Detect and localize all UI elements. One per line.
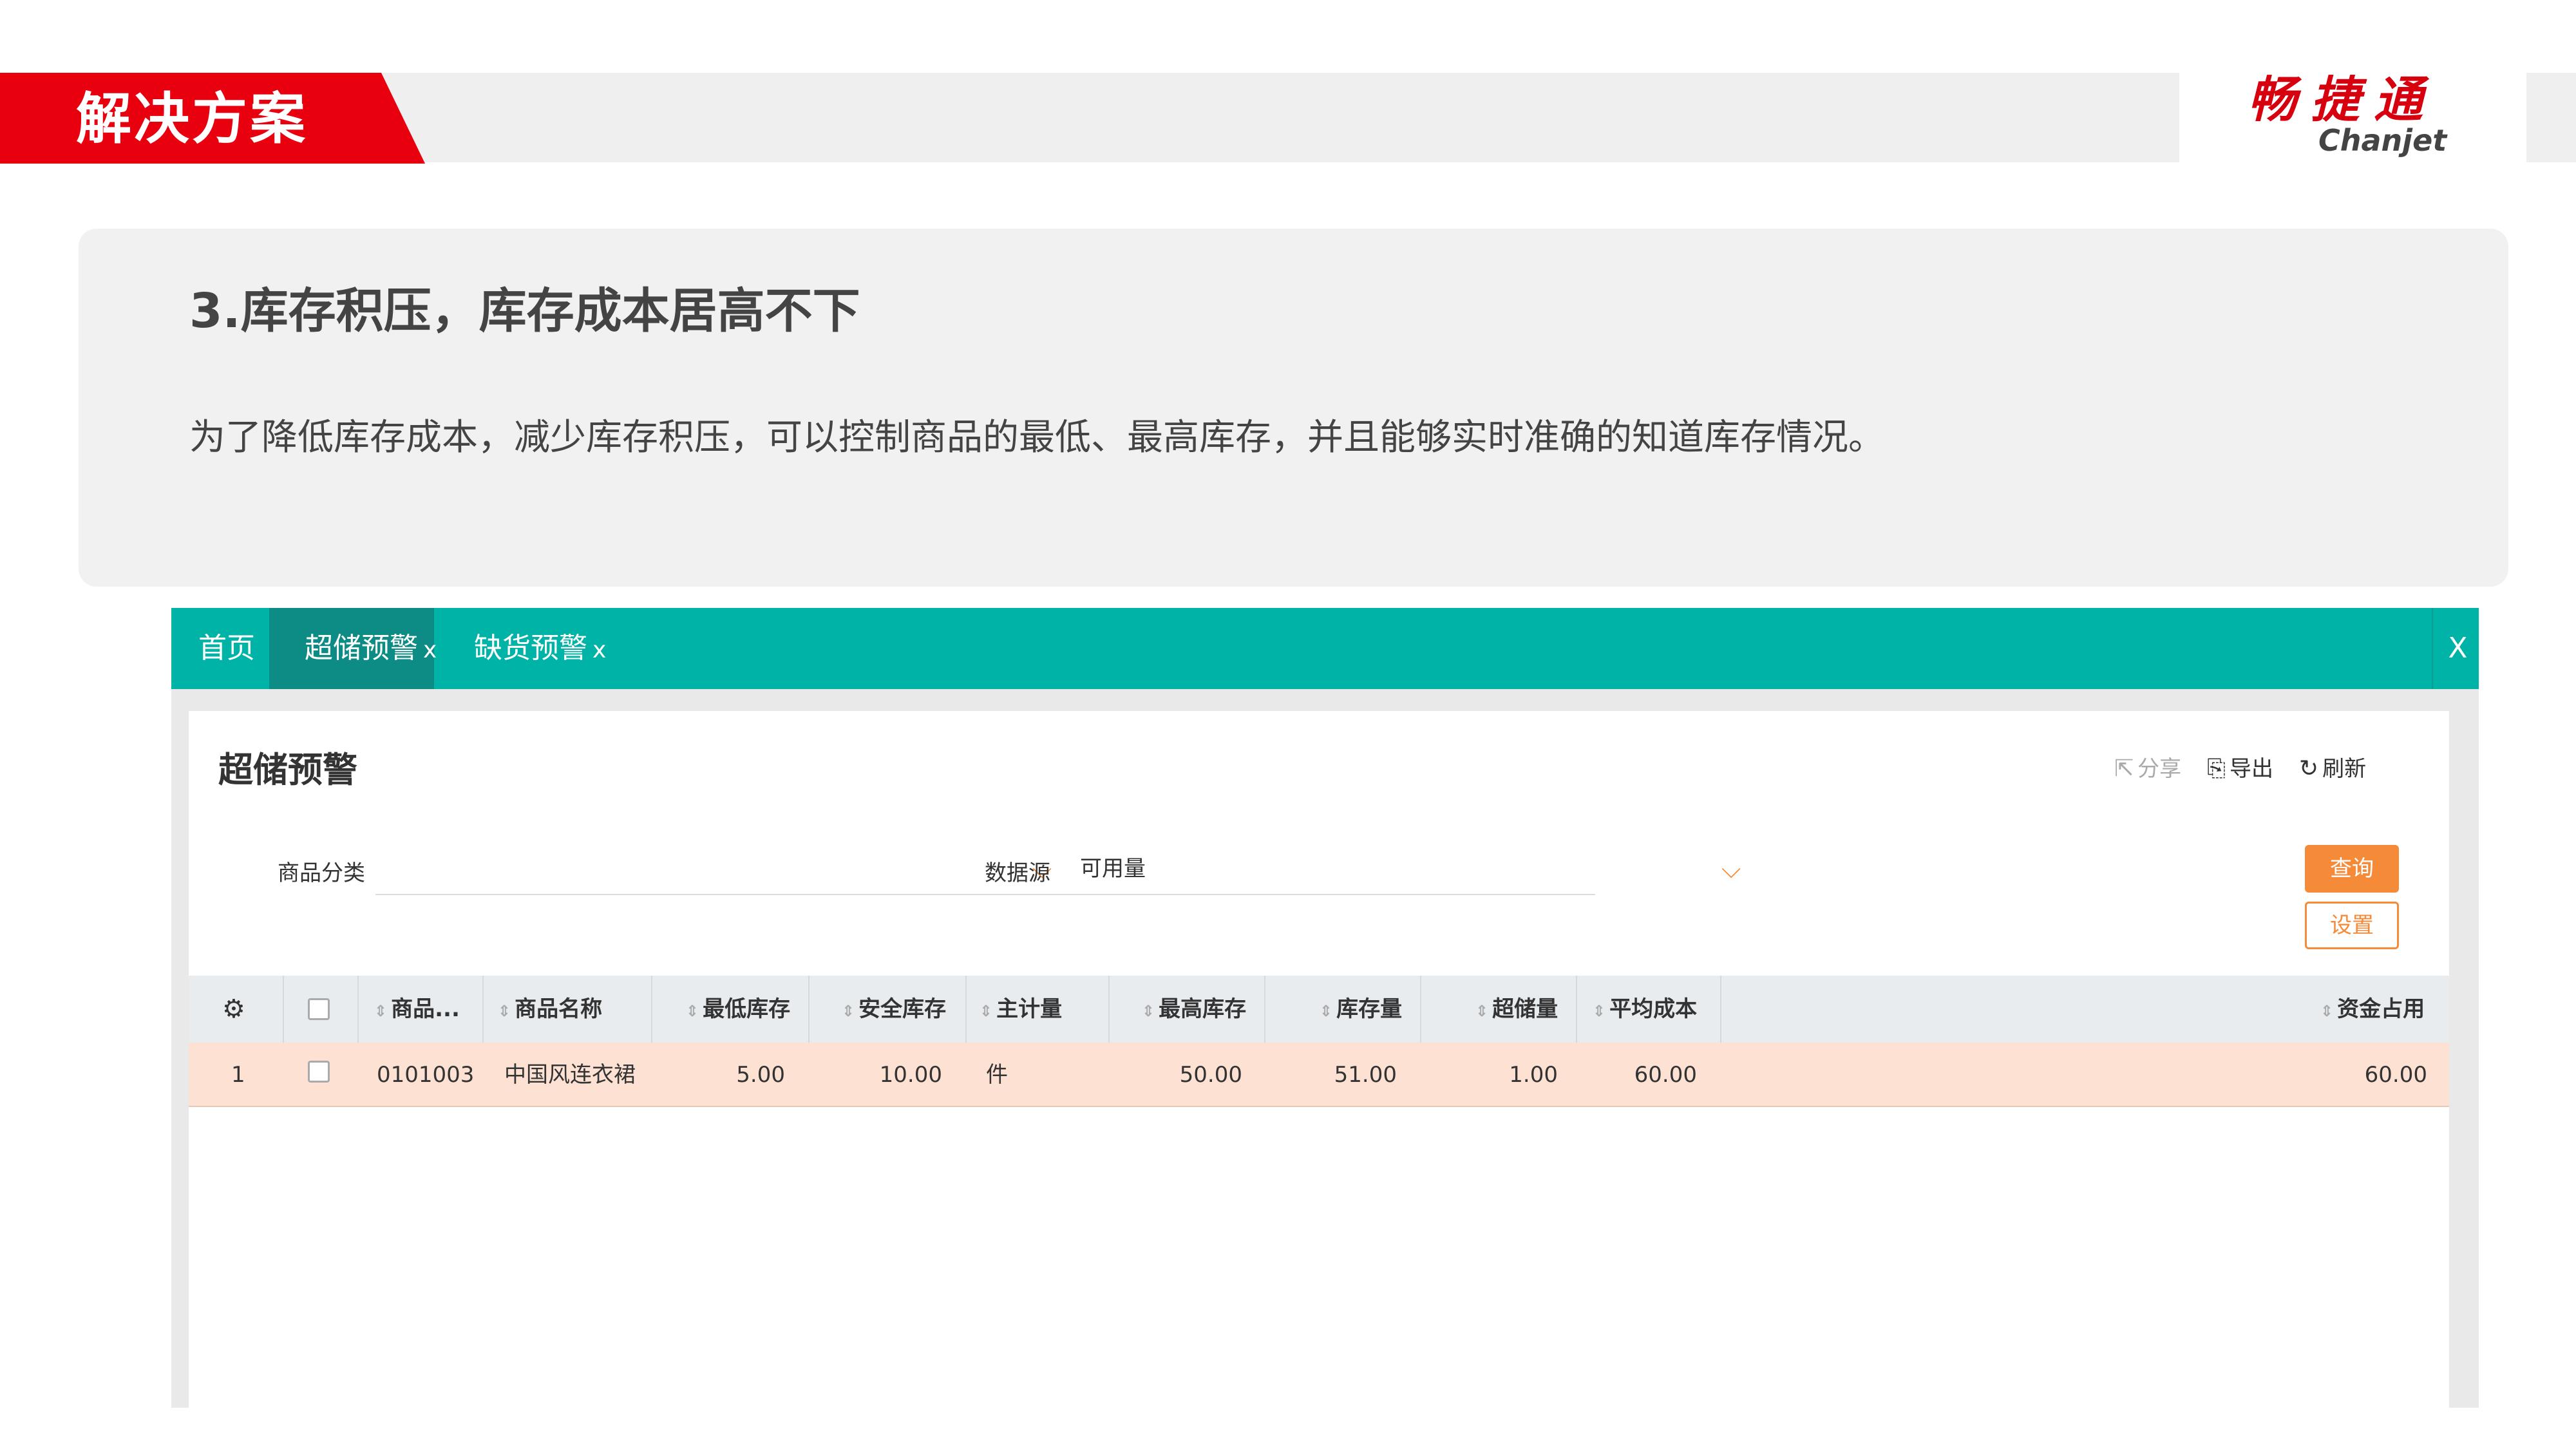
column-header-over-stock[interactable]: ⇕ 超储量 <box>1475 976 1558 1043</box>
cell-name: 中国风连衣裙 <box>504 1062 636 1088</box>
sort-icon: ⇕ <box>842 1002 855 1020</box>
export-label: 导出 <box>2229 756 2273 782</box>
column-header-stock[interactable]: ⇕ 库存量 <box>1320 976 1402 1043</box>
tabbar-divider <box>2432 608 2433 689</box>
column-header-capital[interactable]: ⇕ 资金占用 <box>2320 976 2425 1043</box>
query-button[interactable]: 查询 <box>2305 845 2399 893</box>
tab-shortage-label: 缺货预警 <box>474 632 587 665</box>
column-divider <box>808 976 810 1043</box>
page-title: 超储预警 <box>218 750 357 790</box>
column-header-name[interactable]: ⇕ 商品名称 <box>498 976 602 1043</box>
sort-icon: ⇕ <box>2320 1002 2334 1020</box>
description-card: 3.库存积压，库存成本居高不下 为了降低库存成本，减少库存积压，可以控制商品的最… <box>79 229 2508 587</box>
cell-unit: 件 <box>986 1062 1008 1088</box>
section-title: 解决方案 <box>76 87 308 151</box>
sort-icon: ⇕ <box>1593 1002 1606 1020</box>
category-filter-underline <box>375 894 1080 895</box>
sort-icon: ⇕ <box>686 1002 699 1020</box>
sort-icon: ⇕ <box>1142 1002 1155 1020</box>
column-divider <box>1420 976 1421 1043</box>
tab-close-icon[interactable]: x <box>592 637 606 663</box>
column-divider <box>1264 976 1265 1043</box>
column-header-label: 商品... <box>391 996 460 1022</box>
close-all-tabs-button[interactable]: X <box>2437 608 2479 689</box>
tab-close-icon[interactable]: x <box>423 637 437 663</box>
column-divider <box>651 976 652 1043</box>
app-window: 首页 超储预警 x 缺货预警 x X 超储预警 ⇱ 分享 ⎘ 导出 ↻ 刷新 商品分类 ⌵… <box>171 608 2479 1408</box>
card-title: 3.库存积压，库存成本居高不下 <box>189 283 860 339</box>
cell-code: 0101003 <box>377 1062 475 1088</box>
category-filter-select[interactable] <box>375 854 1077 893</box>
content-panel: 超储预警 ⇱ 分享 ⎘ 导出 ↻ 刷新 商品分类 ⌵ 数据源 可用量 ⌵ 查询 设置 … <box>189 711 2449 1408</box>
column-divider <box>1108 976 1110 1043</box>
column-divider <box>1720 976 1721 1043</box>
tab-home[interactable]: 首页 <box>198 608 255 689</box>
chanjet-logo: 畅捷通 Chanjet <box>2241 71 2473 161</box>
sort-icon: ⇕ <box>1475 1002 1489 1020</box>
share-label: 分享 <box>2137 756 2182 782</box>
sort-icon: ⇕ <box>980 1002 993 1020</box>
refresh-button[interactable]: ↻ 刷新 <box>2299 750 2366 788</box>
column-header-min-stock[interactable]: ⇕ 最低库存 <box>686 976 790 1043</box>
logo-english: Chanjet <box>2318 123 2447 158</box>
sort-icon: ⇕ <box>498 1002 511 1020</box>
column-header-label: 超储量 <box>1492 996 1558 1022</box>
export-icon: ⎘ <box>2207 755 2226 782</box>
chevron-down-icon[interactable]: ⌵ <box>1721 850 1741 889</box>
toolbar: ⇱ 分享 ⎘ 导出 ↻ 刷新 <box>2114 750 2366 788</box>
column-header-label: 安全库存 <box>858 996 947 1022</box>
row-checkbox[interactable] <box>308 1061 330 1083</box>
column-divider <box>965 976 967 1043</box>
sort-icon: ⇕ <box>1320 1002 1333 1020</box>
table-header: ⚙ ⇕ 商品... ⇕ 商品名称 ⇕ 最低库存 ⇕ 安全库存 ⇕ 主计量 ⇕ 最高库存 ⇕ 库… <box>189 976 2449 1043</box>
column-header-label: 商品名称 <box>515 996 603 1022</box>
column-divider <box>482 976 484 1043</box>
tab-bar: 首页 超储预警 x 缺货预警 x X <box>171 608 2479 689</box>
sort-icon: ⇕ <box>374 1002 388 1020</box>
share-icon: ⇱ <box>2114 755 2134 782</box>
cell-capital: 60.00 <box>2364 1062 2427 1088</box>
cell-over-stock: 1.00 <box>1509 1062 1558 1088</box>
column-header-unit[interactable]: ⇕ 主计量 <box>980 976 1062 1043</box>
cell-stock: 51.00 <box>1334 1062 1397 1088</box>
column-header-label: 最高库存 <box>1159 996 1247 1022</box>
category-filter-label: 商品分类 <box>278 860 365 886</box>
share-button[interactable]: ⇱ 分享 <box>2114 750 2181 788</box>
refresh-icon: ↻ <box>2298 755 2319 782</box>
column-divider <box>357 976 359 1043</box>
card-text: 为了降低库存成本，减少库存积压，可以控制商品的最低、最高库存，并且能够实时准确的… <box>189 417 1884 459</box>
header-bar-right <box>2526 73 2576 162</box>
column-header-avg-cost[interactable]: ⇕ 平均成本 <box>1593 976 1697 1043</box>
column-header-safe-stock[interactable]: ⇕ 安全库存 <box>842 976 946 1043</box>
logo-chinese: 畅捷通 <box>2248 71 2437 128</box>
tab-home-label: 首页 <box>198 632 255 665</box>
cell-min-stock: 5.00 <box>736 1062 785 1088</box>
setting-button[interactable]: 设置 <box>2305 902 2399 949</box>
gear-icon[interactable]: ⚙ <box>222 976 245 1043</box>
table-row[interactable]: 1 0101003 中国风连衣裙 5.00 10.00 件 50.00 51.0… <box>189 1043 2449 1107</box>
column-header-label: 最低库存 <box>703 996 791 1022</box>
source-filter-label: 数据源 <box>985 860 1050 886</box>
cell-avg-cost: 60.00 <box>1634 1062 1697 1088</box>
select-all-checkbox[interactable] <box>308 998 330 1020</box>
column-divider <box>283 976 284 1043</box>
column-header-label: 资金占用 <box>2337 996 2425 1022</box>
export-button[interactable]: ⎘ 导出 <box>2207 750 2273 788</box>
source-filter-select[interactable]: 可用量 <box>1080 849 1595 888</box>
cell-safe-stock: 10.00 <box>879 1062 942 1088</box>
row-index: 1 <box>231 1062 245 1088</box>
source-filter-underline <box>1080 894 1595 895</box>
column-header-code[interactable]: ⇕ 商品... <box>374 976 460 1043</box>
cell-max-stock: 50.00 <box>1179 1062 1242 1088</box>
column-header-label: 主计量 <box>996 996 1063 1022</box>
column-header-max-stock[interactable]: ⇕ 最高库存 <box>1142 976 1246 1043</box>
column-header-label: 平均成本 <box>1609 996 1698 1022</box>
tab-overstock-warning[interactable]: 超储预警 x <box>269 608 437 689</box>
tab-overstock-label: 超储预警 <box>305 632 418 665</box>
column-header-label: 库存量 <box>1336 996 1403 1022</box>
column-divider <box>1576 976 1577 1043</box>
tab-shortage-warning[interactable]: 缺货预警 x <box>474 608 606 689</box>
refresh-label: 刷新 <box>2322 756 2367 782</box>
